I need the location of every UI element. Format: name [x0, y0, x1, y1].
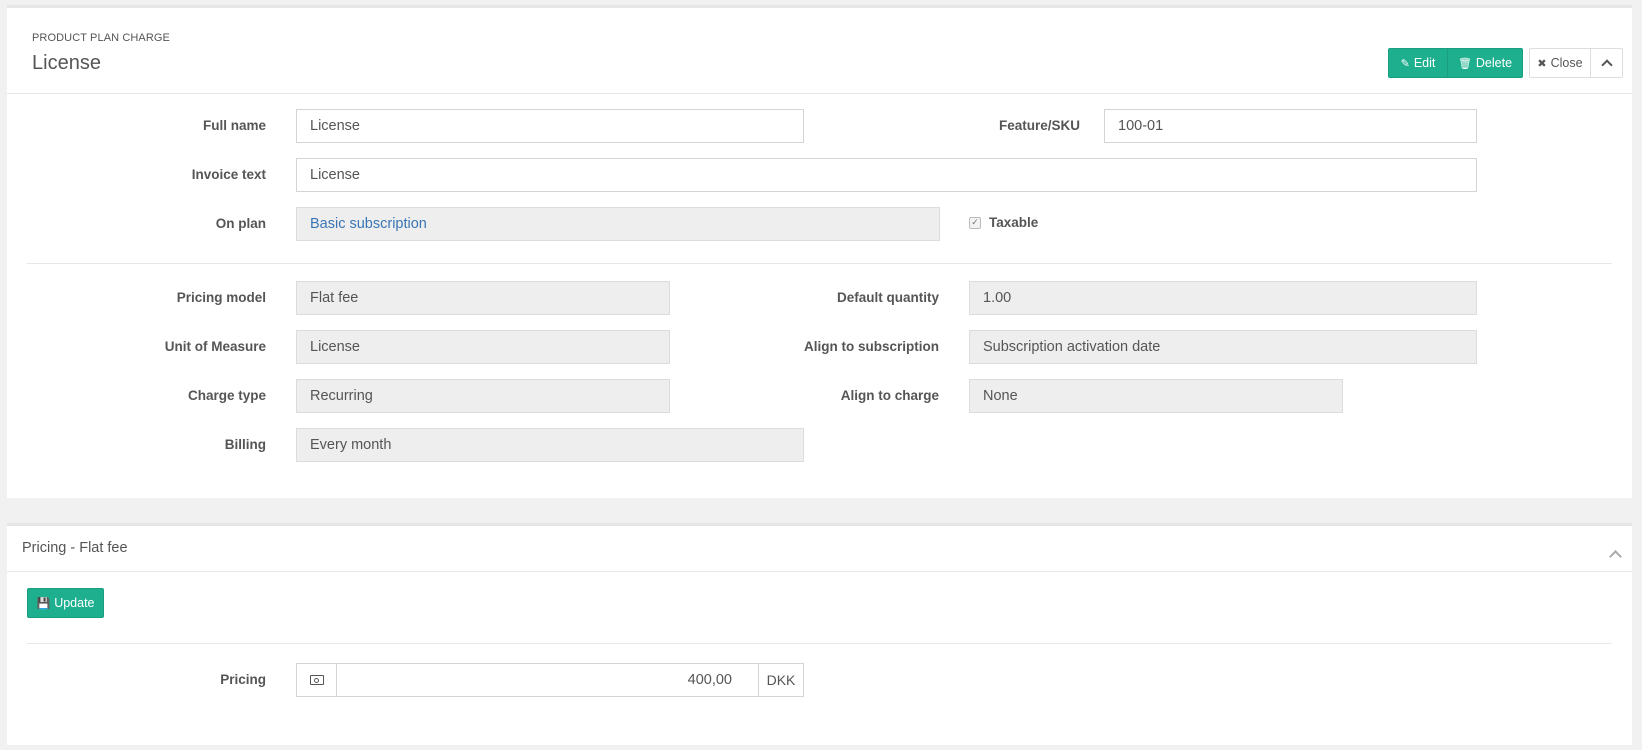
taxable-checkbox[interactable]: ✓ Taxable: [969, 215, 1038, 230]
pricing-label: Pricing: [220, 672, 266, 687]
align-to-charge-field: None: [969, 379, 1343, 413]
feature-sku-label: Feature/SKU: [998, 118, 1080, 133]
on-plan-link[interactable]: Basic subscription: [296, 207, 940, 241]
align-to-subscription-field: Subscription activation date: [969, 330, 1477, 364]
collapse-button[interactable]: [1590, 48, 1623, 78]
update-button[interactable]: 💾 Update: [27, 588, 104, 618]
invoice-text-field[interactable]: License: [296, 158, 1477, 192]
invoice-text-label: Invoice text: [191, 167, 266, 182]
on-plan-label: On plan: [215, 216, 266, 231]
chevron-up-icon: [1600, 59, 1613, 71]
charge-type-label: Charge type: [187, 388, 266, 403]
currency-addon: DKK: [758, 663, 804, 697]
pricing-model-label: Pricing model: [176, 290, 266, 305]
close-icon: ✖: [1537, 57, 1547, 70]
close-button[interactable]: ✖ Close: [1529, 48, 1591, 78]
page-title: License: [32, 52, 101, 74]
align-to-charge-label: Align to charge: [840, 388, 939, 403]
breadcrumb: PRODUCT PLAN CHARGE: [32, 32, 170, 44]
billing-label: Billing: [224, 437, 266, 452]
divider: [27, 263, 1612, 264]
money-icon: [296, 663, 337, 697]
chevron-up-icon[interactable]: [1609, 550, 1622, 563]
taxable-label: Taxable: [989, 215, 1039, 230]
pricing-model-field: Flat fee: [296, 281, 670, 315]
pricing-amount-input[interactable]: 400,00: [336, 663, 759, 697]
trash-icon: 🗑: [1457, 57, 1472, 70]
unit-of-measure-field: License: [296, 330, 670, 364]
default-quantity-label: Default quantity: [836, 290, 939, 305]
divider: [27, 643, 1612, 644]
delete-button[interactable]: 🗑 Delete: [1447, 48, 1523, 78]
pricing-panel: Pricing - Flat fee 💾 Update Pricing 400,…: [7, 523, 1632, 745]
full-name-field[interactable]: License: [296, 109, 804, 143]
unit-of-measure-label: Unit of Measure: [164, 339, 266, 354]
edit-button[interactable]: ✎ Edit: [1388, 48, 1448, 78]
save-icon: 💾: [36, 597, 51, 610]
default-quantity-field: 1.00: [969, 281, 1477, 315]
feature-sku-field[interactable]: 100-01: [1104, 109, 1477, 143]
divider: [7, 571, 1632, 572]
align-to-subscription-label: Align to subscription: [804, 339, 939, 354]
check-icon: ✓: [969, 216, 981, 229]
billing-field: Every month: [296, 428, 804, 462]
charge-panel: PRODUCT PLAN CHARGE License ✎ Edit 🗑 Del…: [7, 5, 1632, 498]
charge-type-field: Recurring: [296, 379, 670, 413]
divider: [7, 93, 1632, 94]
full-name-label: Full name: [202, 118, 266, 133]
edit-icon: ✎: [1400, 57, 1410, 70]
pricing-section-title: Pricing - Flat fee: [22, 540, 128, 556]
